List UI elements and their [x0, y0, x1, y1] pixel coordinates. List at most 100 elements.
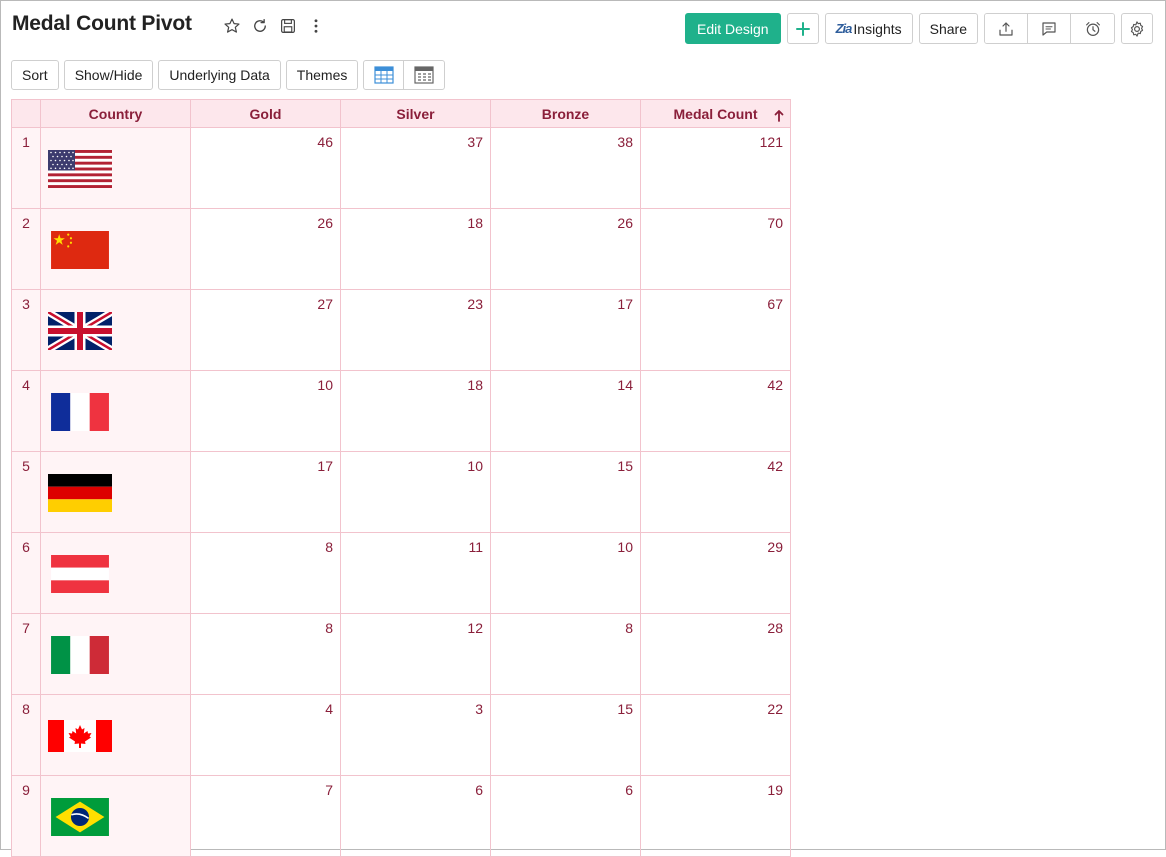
row-index: 7: [11, 613, 41, 695]
gold-cell: 7: [190, 775, 341, 857]
country-cell: [40, 127, 191, 209]
silver-cell: 12: [340, 613, 491, 695]
country-cell: [40, 775, 191, 857]
compact-view-button[interactable]: [404, 61, 444, 89]
country-cell: [40, 694, 191, 776]
pivot-table: Country Gold Silver Bronze Medal Count 1: [11, 99, 791, 857]
uk-flag-icon: [48, 312, 112, 350]
column-header-country[interactable]: Country: [40, 99, 191, 128]
row-index: 1: [11, 127, 41, 209]
table-row: 7 8 12 8 28: [11, 613, 791, 695]
usa-flag-icon: [48, 150, 112, 188]
medal-count-cell: 121: [640, 127, 791, 209]
bronze-cell: 15: [490, 451, 641, 533]
schedule-button[interactable]: [1071, 14, 1114, 43]
gold-cell: 26: [190, 208, 341, 290]
insights-label: Insights: [853, 20, 902, 37]
table-row: 5 17 10 15 42: [11, 451, 791, 533]
country-cell: [40, 451, 191, 533]
more-options-icon[interactable]: [306, 16, 326, 36]
gold-cell: 8: [190, 613, 341, 695]
show-hide-button[interactable]: Show/Hide: [63, 60, 154, 90]
silver-cell: 11: [340, 532, 491, 614]
table-row: 2 26 18 26 70: [11, 208, 791, 290]
report-window: Medal Count Pivot Edit Design Zia Insigh…: [0, 0, 1166, 857]
gold-cell: 8: [190, 532, 341, 614]
export-button[interactable]: [985, 14, 1028, 43]
row-index: 6: [11, 532, 41, 614]
italy-flag-icon: [51, 636, 109, 674]
index-header: [11, 99, 41, 128]
medal-count-header-label: Medal Count: [673, 105, 758, 122]
row-index: 8: [11, 694, 41, 776]
silver-cell: 23: [340, 289, 491, 371]
silver-cell: 37: [340, 127, 491, 209]
star-icon[interactable]: [222, 16, 242, 36]
row-index: 9: [11, 775, 41, 857]
column-header-gold[interactable]: Gold: [190, 99, 341, 128]
page-title: Medal Count Pivot: [12, 12, 192, 35]
compact-table-icon: [414, 66, 434, 84]
view-toolbar: Sort Show/Hide Underlying Data Themes: [11, 60, 446, 90]
country-cell: [40, 370, 191, 452]
bronze-cell: 14: [490, 370, 641, 452]
comment-button[interactable]: [1028, 14, 1071, 43]
save-icon[interactable]: [278, 16, 298, 36]
add-button[interactable]: [786, 13, 819, 44]
silver-cell: 18: [340, 370, 491, 452]
themes-button[interactable]: Themes: [285, 60, 359, 90]
column-header-bronze[interactable]: Bronze: [490, 99, 641, 128]
gear-icon: [1130, 20, 1144, 37]
medal-count-cell: 29: [640, 532, 791, 614]
medal-count-cell: 28: [640, 613, 791, 695]
underlying-data-button[interactable]: Underlying Data: [158, 60, 281, 90]
gold-cell: 10: [190, 370, 341, 452]
bronze-cell: 15: [490, 694, 641, 776]
sort-button[interactable]: Sort: [11, 60, 59, 90]
table-row: 8 4 3 15 22: [11, 694, 791, 776]
sort-ascending-icon[interactable]: [774, 109, 784, 122]
gold-cell: 4: [190, 694, 341, 776]
silver-cell: 18: [340, 208, 491, 290]
zia-icon: Zia: [835, 21, 853, 36]
austria-flag-icon: [51, 555, 109, 593]
silver-cell: 6: [340, 775, 491, 857]
settings-button[interactable]: [1121, 13, 1153, 44]
brazil-flag-icon: [51, 798, 109, 836]
france-flag-icon: [51, 393, 109, 431]
gold-cell: 46: [190, 127, 341, 209]
plus-icon: [795, 21, 810, 36]
medal-count-cell: 70: [640, 208, 791, 290]
column-header-silver[interactable]: Silver: [340, 99, 491, 128]
bronze-cell: 8: [490, 613, 641, 695]
row-index: 2: [11, 208, 41, 290]
table-grid-icon: [374, 66, 394, 84]
bronze-cell: 10: [490, 532, 641, 614]
canada-flag-icon: [48, 720, 112, 752]
medal-count-cell: 42: [640, 451, 791, 533]
comment-icon: [1042, 21, 1056, 36]
column-header-medal-count[interactable]: Medal Count: [640, 99, 791, 128]
bronze-cell: 6: [490, 775, 641, 857]
table-row: 1 46 37 38 121: [11, 127, 791, 209]
tabular-view-button[interactable]: [364, 61, 405, 89]
bronze-cell: 17: [490, 289, 641, 371]
export-icon: [999, 21, 1013, 36]
country-cell: [40, 208, 191, 290]
share-button[interactable]: Share: [918, 13, 978, 44]
bronze-cell: 38: [490, 127, 641, 209]
table-row: 4 10 18 14 42: [11, 370, 791, 452]
header-actions: Edit Design Zia Insights Share: [685, 13, 1153, 44]
bronze-cell: 26: [490, 208, 641, 290]
medal-count-cell: 19: [640, 775, 791, 857]
gold-cell: 17: [190, 451, 341, 533]
refresh-icon[interactable]: [250, 16, 270, 36]
medal-count-cell: 67: [640, 289, 791, 371]
medal-count-cell: 42: [640, 370, 791, 452]
edit-design-button[interactable]: Edit Design: [685, 13, 781, 44]
country-cell: [40, 613, 191, 695]
row-index: 4: [11, 370, 41, 452]
table-row: 9 7 6 6 19: [11, 775, 791, 857]
insights-button[interactable]: Zia Insights: [824, 13, 913, 44]
silver-cell: 3: [340, 694, 491, 776]
